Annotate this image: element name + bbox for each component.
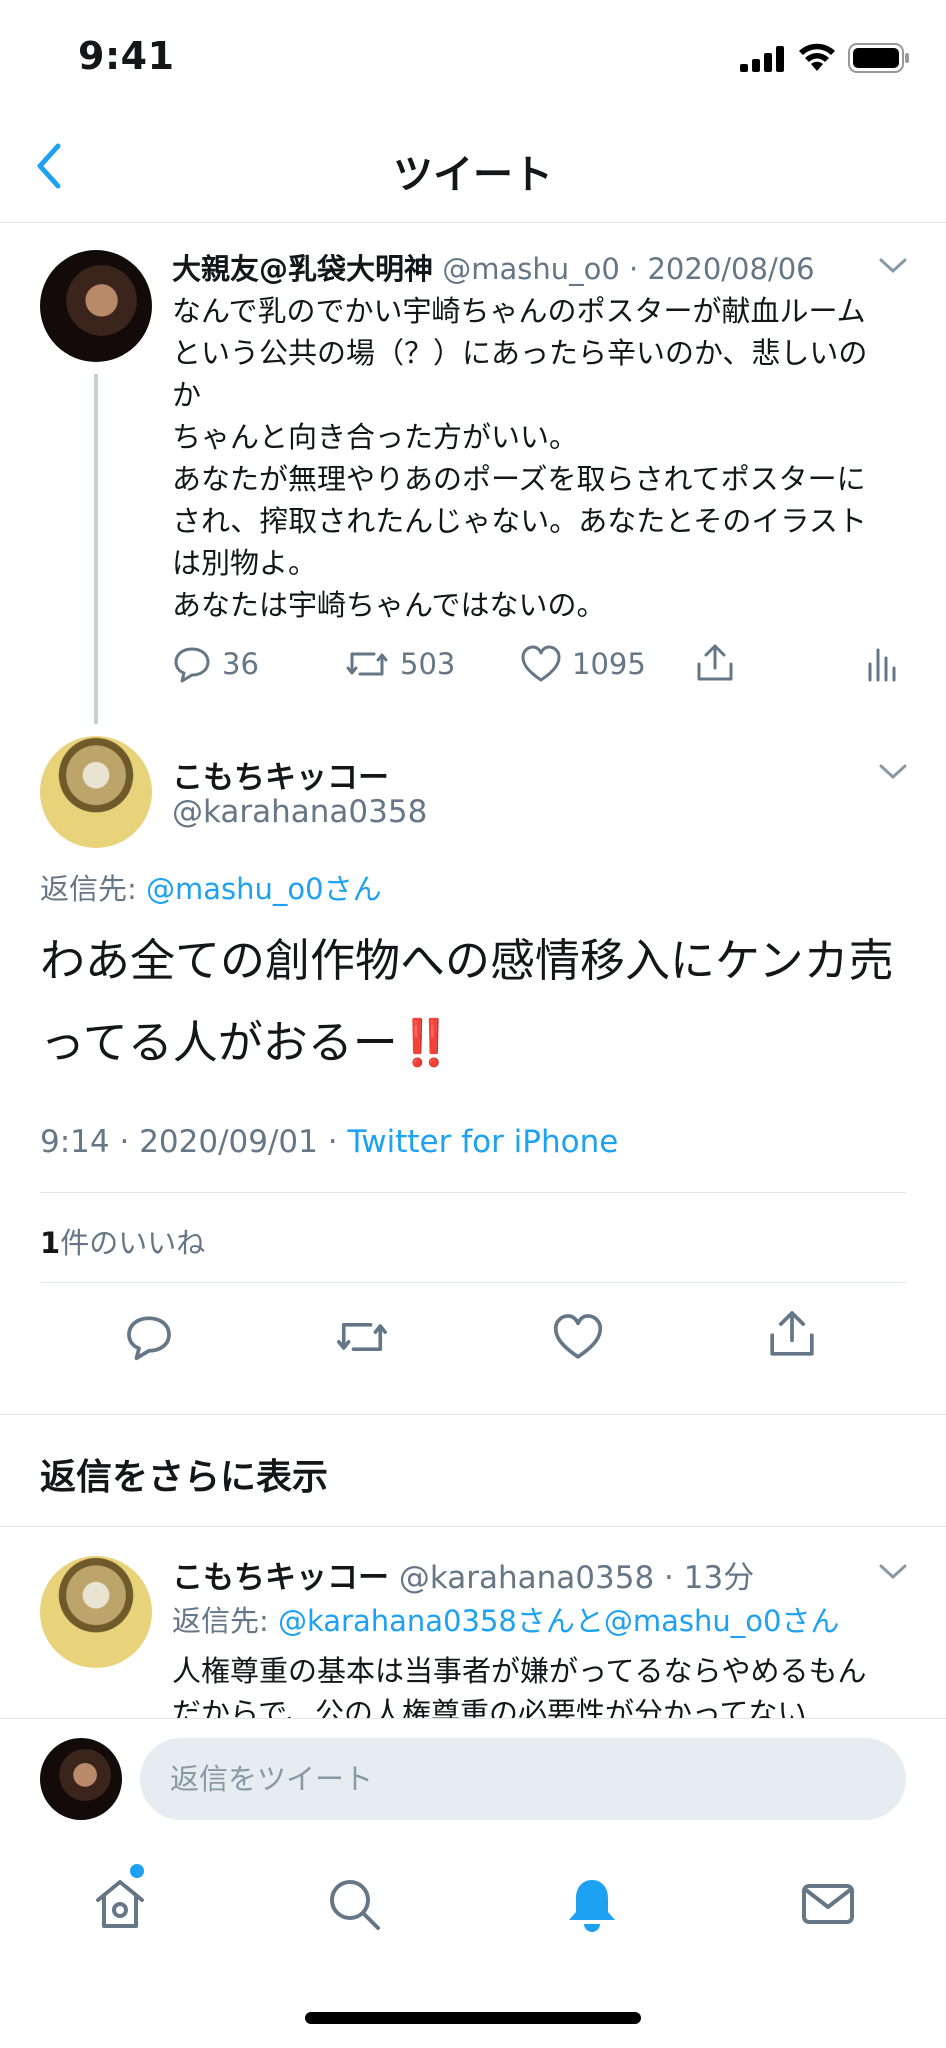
avatar[interactable] (40, 1556, 152, 1668)
like-button[interactable]: 1095 (520, 644, 646, 684)
retweet-icon (346, 652, 388, 676)
thread-line (94, 374, 98, 724)
reply-to-mention[interactable]: @mashu_o0さん (146, 872, 382, 906)
tweet-header: こもちキッコー @karahana0358 · 13分 (172, 1560, 755, 1596)
author-name[interactable]: こもちキッコー (172, 752, 389, 797)
reply-prefix: 返信先: (40, 872, 146, 906)
retweet-count: 503 (400, 647, 456, 681)
tweet-text: 人権尊重の基本は当事者が嫌がってるならやめるもんだからで、公の人権尊重の必要性が… (172, 1654, 867, 1718)
tweet-date: 2020/08/06 (647, 252, 815, 286)
author-handle[interactable]: @karahana0358 (399, 1560, 654, 1596)
avatar[interactable] (40, 250, 152, 362)
tweet-text: わあ全ての創作物への感情移入にケンカ売ってる人がおるー‼️ (40, 934, 894, 1069)
replying-to: 返信先: @karahana0358さんと@mashu_o0さん (172, 1598, 839, 1640)
retweet-icon[interactable] (334, 1312, 390, 1362)
author-name[interactable]: こもちキッコー (172, 1560, 389, 1596)
chevron-down-icon[interactable] (878, 762, 908, 782)
divider (0, 1414, 946, 1415)
page-title: ツイート (393, 152, 553, 198)
likes-label: 件のいいね (60, 1226, 206, 1260)
reply-button[interactable]: 36 (172, 644, 259, 684)
heart-icon[interactable] (552, 1312, 604, 1362)
reply-icon[interactable] (124, 1312, 174, 1362)
heart-icon (521, 645, 561, 682)
tweet-text: なんで乳のでかい宇崎ちゃんのポスターが献血ルームという公共の場（？）にあったら辛… (172, 294, 868, 622)
retweet-button[interactable]: 503 (344, 644, 455, 684)
tweet-time: 9:14 (40, 1124, 110, 1160)
share-icon[interactable] (766, 1308, 818, 1360)
author-name[interactable]: 大親友@乳袋大明神 (172, 252, 433, 286)
author-handle[interactable]: @karahana0358 (172, 794, 427, 830)
status-time: 9:41 (78, 34, 175, 78)
reply-count: 36 (222, 647, 259, 681)
search-icon[interactable] (326, 1876, 382, 1932)
avatar (40, 1738, 122, 1820)
reply-to-mention[interactable]: @karahana0358さんと@mashu_o0さん (278, 1604, 839, 1638)
unread-dot (130, 1864, 144, 1878)
home-indicator (305, 2012, 641, 2024)
replying-to: 返信先: @mashu_o0さん (40, 866, 382, 908)
messages-icon[interactable] (800, 1876, 856, 1932)
like-count: 1095 (572, 647, 646, 681)
avatar[interactable] (40, 736, 152, 848)
likes-count: 1 (40, 1226, 61, 1260)
tweet-meta: 9:14 · 2020/09/01 · Twitter for iPhone (40, 1124, 619, 1160)
reply-prefix: 返信先: (172, 1604, 278, 1638)
nav-divider (0, 222, 946, 223)
notifications-icon[interactable] (564, 1876, 620, 1934)
divider (40, 1192, 906, 1193)
battery-icon (848, 43, 909, 73)
tweet-header: 大親友@乳袋大明神 @mashu_o0 · 2020/08/06 (172, 252, 815, 286)
divider (0, 1526, 946, 1527)
cellular-signal-icon (740, 46, 784, 72)
reply-input[interactable] (140, 1738, 906, 1820)
divider (0, 1718, 946, 1719)
reply-icon (174, 647, 210, 683)
share-icon[interactable] (694, 642, 736, 684)
chevron-down-icon[interactable] (878, 256, 908, 276)
analytics-icon[interactable] (866, 644, 896, 684)
chevron-down-icon[interactable] (878, 1562, 908, 1582)
tweet-client-link[interactable]: Twitter for iPhone (347, 1124, 618, 1160)
divider (40, 1282, 906, 1283)
wifi-icon (799, 43, 835, 71)
tweet-date: 2020/09/01 (139, 1124, 318, 1160)
tweet-time-ago: 13分 (683, 1560, 755, 1596)
author-handle[interactable]: @mashu_o0 (442, 252, 620, 286)
show-more-replies[interactable]: 返信をさらに表示 (40, 1448, 328, 1500)
home-icon[interactable] (92, 1876, 148, 1932)
likes-summary[interactable]: 1件のいいね (40, 1220, 205, 1262)
